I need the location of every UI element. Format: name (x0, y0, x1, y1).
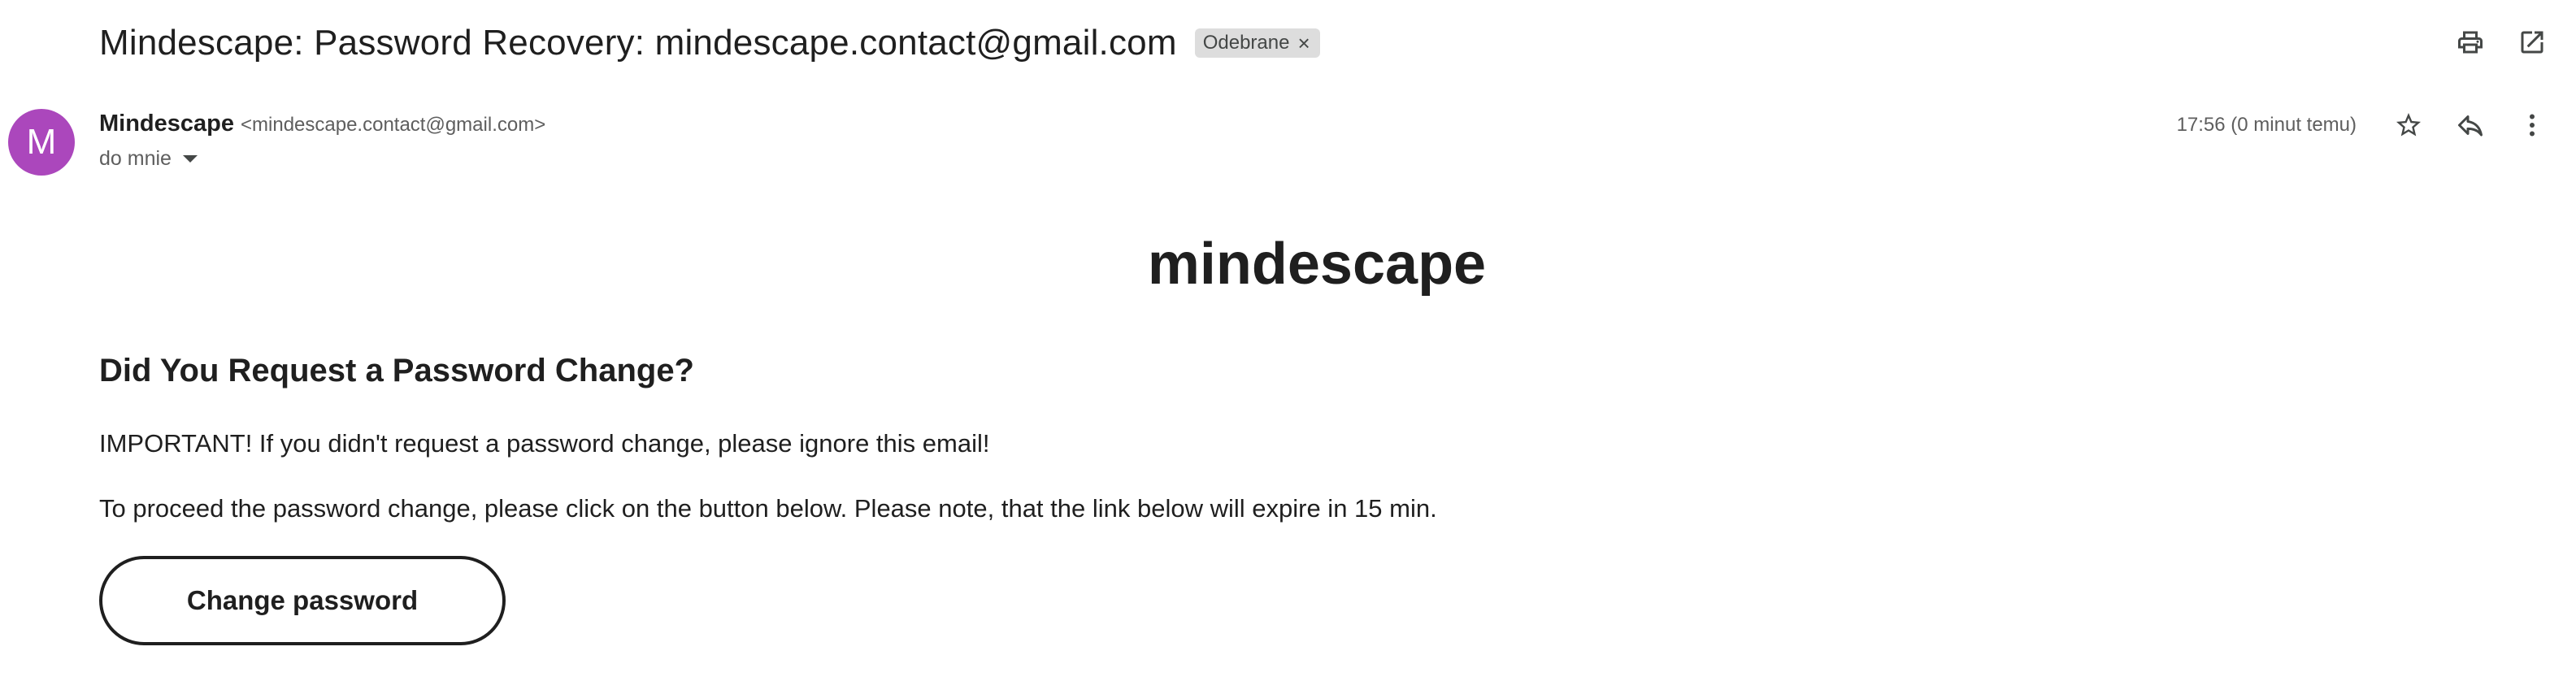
star-icon[interactable] (2389, 106, 2428, 145)
recipient-details-toggle[interactable]: do mnie (99, 147, 545, 171)
recipient-text: do mnie (99, 147, 172, 170)
avatar[interactable]: M (8, 109, 75, 176)
email-heading: Did You Request a Password Change? (99, 353, 694, 388)
open-in-new-window-icon[interactable] (2513, 23, 2552, 62)
email-paragraph-instructions: To proceed the password change, please c… (99, 494, 1437, 523)
email-paragraph-warning: IMPORTANT! If you didn't request a passw… (99, 429, 990, 458)
sender-email: <mindescape.contact@gmail.com> (241, 114, 546, 136)
timestamp: 17:56 (0 minut temu) (2176, 114, 2357, 136)
sender-block: Mindescape <mindescape.contact@gmail.com… (99, 111, 545, 171)
label-remove-icon[interactable]: × (1297, 33, 1310, 54)
top-actions (2451, 23, 2552, 62)
more-vert-icon[interactable] (2513, 106, 2552, 145)
email-subject: Mindescape: Password Recovery: mindescap… (99, 23, 1177, 63)
label-chip-inbox[interactable]: Odebrane × (1194, 28, 1320, 58)
sender-line: Mindescape <mindescape.contact@gmail.com… (99, 111, 545, 137)
reply-icon[interactable] (2451, 106, 2490, 145)
sender-name[interactable]: Mindescape (99, 111, 234, 137)
print-icon[interactable] (2451, 23, 2490, 62)
message-actions: 17:56 (0 minut temu) (2177, 106, 2552, 145)
label-chip-text: Odebrane (1202, 32, 1290, 54)
chevron-down-icon (182, 155, 198, 163)
change-password-button[interactable]: Change password (99, 556, 506, 645)
email-view: Mindescape: Password Recovery: mindescap… (0, 0, 2576, 677)
brand-logo-text: mindescape (1147, 232, 1487, 297)
subject-row: Mindescape: Password Recovery: mindescap… (99, 18, 1320, 68)
